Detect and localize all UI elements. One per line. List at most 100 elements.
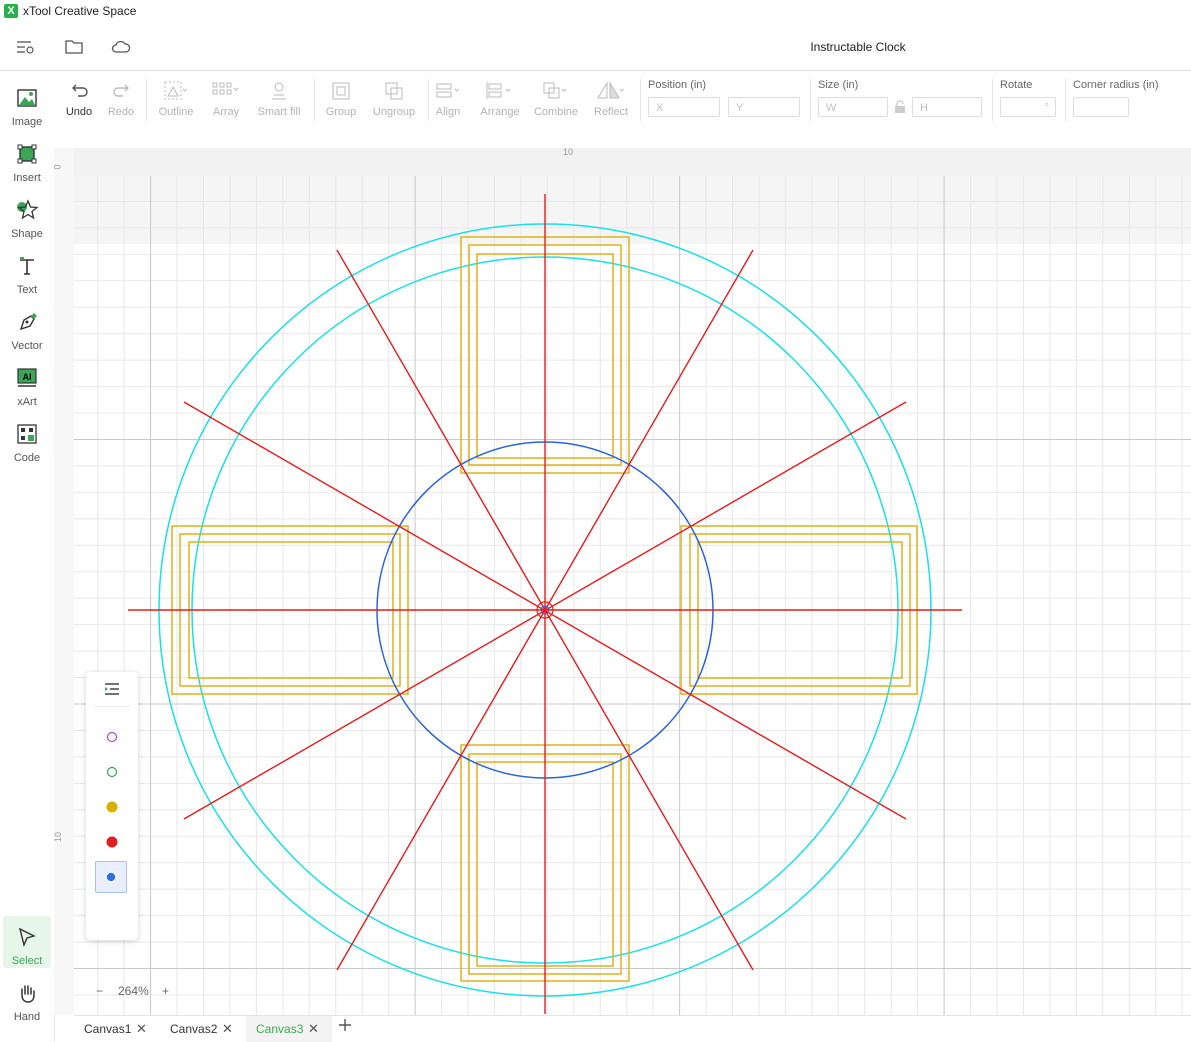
- arrange-label: Arrange: [480, 106, 520, 118]
- lock-icon[interactable]: [893, 100, 907, 114]
- reflect-icon: [597, 81, 625, 99]
- red-guide-lines[interactable]: [128, 194, 962, 1014]
- tool-code[interactable]: Code: [3, 413, 51, 465]
- layer-dot-yellow[interactable]: [102, 797, 122, 817]
- tool-vector[interactable]: Vector: [3, 301, 51, 353]
- app-title: xTool Creative Space: [23, 4, 137, 18]
- tab-label: Canvas3: [256, 1022, 304, 1036]
- svg-text:AI: AI: [23, 372, 32, 382]
- combine-button[interactable]: Combine: [532, 77, 580, 123]
- add-canvas-button[interactable]: [338, 1018, 352, 1037]
- design-canvas[interactable]: 10 0 10: [54, 148, 1191, 1015]
- redo-button[interactable]: Redo: [104, 77, 138, 123]
- position-x-input[interactable]: X: [648, 97, 720, 117]
- rotate-label: Rotate: [1000, 79, 1033, 91]
- outline-label: Outline: [158, 106, 194, 118]
- divider: [94, 706, 130, 707]
- tool-label: Insert: [13, 172, 41, 184]
- folder-icon[interactable]: [63, 36, 85, 58]
- undo-button[interactable]: Undo: [62, 77, 96, 123]
- zoom-out-button[interactable]: −: [96, 984, 103, 998]
- array-icon: [212, 82, 239, 95]
- tool-text[interactable]: Text: [3, 245, 51, 297]
- close-icon[interactable]: ✕: [308, 1016, 319, 1042]
- align-button[interactable]: Align: [430, 77, 466, 123]
- align-icon: [436, 83, 460, 98]
- pen-icon: [19, 313, 37, 331]
- ai-icon: AI: [17, 368, 37, 387]
- close-icon[interactable]: ✕: [136, 1016, 147, 1042]
- align-label: Align: [435, 106, 461, 118]
- menu-settings-icon[interactable]: [14, 36, 36, 58]
- rotate-input[interactable]: °: [1000, 97, 1056, 117]
- reflect-label: Reflect: [593, 106, 629, 118]
- arrange-icon: [486, 82, 511, 99]
- position-y-input[interactable]: Y: [728, 97, 800, 117]
- layer-dot-red[interactable]: [102, 832, 122, 852]
- tool-label: Shape: [11, 228, 43, 240]
- toolbar: Undo Redo Outline Array Smart fill Group…: [54, 71, 1191, 149]
- undo-icon: [72, 84, 88, 97]
- cloud-icon[interactable]: [110, 36, 132, 58]
- array-button[interactable]: Array: [206, 77, 246, 123]
- position-label: Position (in): [648, 79, 707, 91]
- layer-dot-blue[interactable]: [95, 861, 127, 893]
- corner-radius-input[interactable]: [1073, 97, 1129, 117]
- tool-shape[interactable]: Shape: [3, 189, 51, 241]
- layer-dot-green[interactable]: [102, 762, 122, 782]
- smart-fill-button[interactable]: Smart fill: [254, 77, 304, 123]
- close-icon[interactable]: ✕: [222, 1016, 233, 1042]
- group-button[interactable]: Group: [322, 77, 360, 123]
- combine-label: Combine: [533, 106, 579, 118]
- tool-insert[interactable]: Insert: [3, 133, 51, 185]
- smart-fill-icon: [272, 82, 286, 100]
- arrange-button[interactable]: Arrange: [478, 77, 522, 123]
- image-icon: [17, 89, 37, 107]
- array-label: Array: [212, 106, 240, 118]
- smart-fill-label: Smart fill: [257, 106, 301, 118]
- clock-design[interactable]: [54, 148, 1191, 1015]
- layer-panel: [86, 672, 138, 940]
- undo-label: Undo: [65, 106, 93, 118]
- document-title: Instructable Clock: [810, 40, 906, 54]
- tab-label: Canvas1: [84, 1022, 132, 1036]
- redo-label: Redo: [107, 106, 135, 118]
- plus-icon: [339, 1019, 351, 1031]
- tool-label: Vector: [11, 340, 43, 352]
- reflect-button[interactable]: Reflect: [590, 77, 632, 123]
- separator: [146, 79, 147, 121]
- tool-label: Code: [13, 452, 41, 464]
- zoom-in-button[interactable]: +: [162, 984, 169, 998]
- outline-icon: [164, 81, 188, 100]
- layers-list-icon[interactable]: [104, 682, 120, 696]
- tool-label: Image: [11, 116, 43, 128]
- tool-xart[interactable]: AI xArt: [3, 357, 51, 409]
- ungroup-label: Ungroup: [372, 106, 416, 118]
- tool-label: Select: [11, 955, 43, 967]
- star-icon: [17, 199, 38, 220]
- separator: [314, 79, 315, 121]
- tool-label: Text: [16, 284, 38, 296]
- size-w-input[interactable]: W: [818, 97, 888, 117]
- outline-button[interactable]: Outline: [154, 77, 198, 123]
- tool-select[interactable]: Select: [3, 916, 51, 968]
- left-sidebar: Image Insert Shape Text Vector AI xArt C…: [0, 71, 55, 1041]
- tool-label: Hand: [13, 1011, 41, 1023]
- ungroup-button[interactable]: Ungroup: [368, 77, 420, 123]
- zoom-level: 264%: [118, 984, 149, 998]
- layer-dot-purple[interactable]: [102, 727, 122, 747]
- qr-code-icon: [17, 424, 37, 444]
- cursor-icon: [18, 927, 36, 948]
- tab-canvas2[interactable]: Canvas2 ✕: [160, 1016, 246, 1042]
- tab-canvas1[interactable]: Canvas1 ✕: [74, 1016, 160, 1042]
- app-logo: X: [4, 4, 18, 18]
- ungroup-icon: [385, 82, 403, 100]
- insert-icon: [17, 144, 37, 164]
- corner-radius-label: Corner radius (in): [1073, 79, 1159, 91]
- tab-canvas3[interactable]: Canvas3 ✕: [246, 1016, 332, 1042]
- tool-image[interactable]: Image: [3, 77, 51, 129]
- size-h-input[interactable]: H: [912, 97, 982, 117]
- separator: [1065, 79, 1066, 121]
- tool-hand[interactable]: Hand: [3, 972, 51, 1024]
- separator: [992, 79, 993, 121]
